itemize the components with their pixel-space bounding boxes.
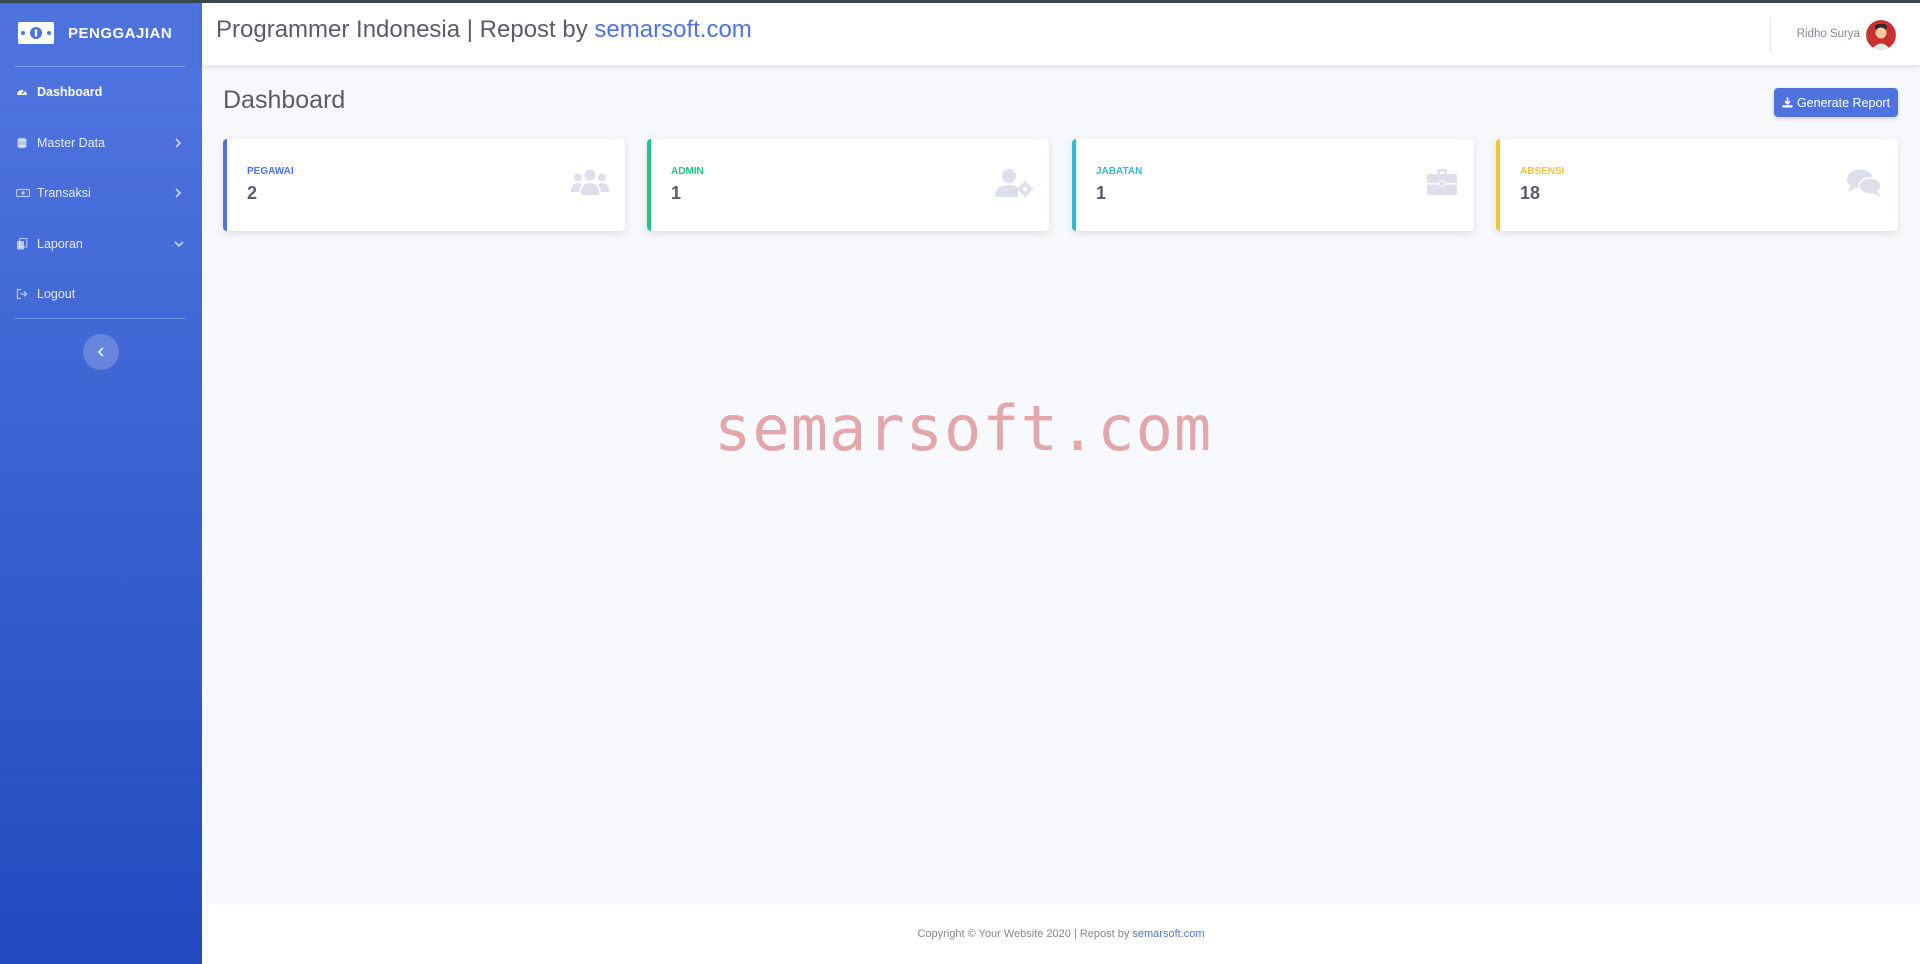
- card-admin: ADMIN 1: [647, 139, 1049, 231]
- user-cog-icon: [995, 169, 1033, 197]
- site-title-link[interactable]: semarsoft.com: [594, 16, 751, 43]
- card-value: 1: [1096, 183, 1107, 203]
- avatar[interactable]: [1866, 20, 1896, 50]
- sidebar-toggle-button[interactable]: [83, 334, 119, 370]
- brand-name: PENGGAJIAN: [68, 24, 173, 42]
- card-pegawai: PEGAWAI 2: [223, 139, 625, 231]
- sidebar-item-label: Transaksi: [37, 186, 91, 200]
- sidebar: PENGGAJIAN Dashboard Master Data Transak…: [0, 0, 202, 964]
- card-value: 2: [247, 183, 258, 203]
- sidebar-divider: [14, 66, 186, 67]
- site-title-text: Programmer Indonesia | Repost by: [216, 16, 595, 43]
- sidebar-item-dashboard[interactable]: Dashboard: [0, 78, 202, 106]
- sign-out-icon: [16, 288, 28, 300]
- page-title: Dashboard: [223, 86, 346, 114]
- money-bill-icon: [16, 188, 30, 198]
- tachometer-icon: [17, 90, 27, 95]
- sidebar-brand[interactable]: PENGGAJIAN: [0, 18, 202, 48]
- footer-link[interactable]: semarsoft.com: [1132, 928, 1204, 940]
- sidebar-item-laporan[interactable]: Laporan: [0, 230, 202, 258]
- card-jabatan: JABATAN 1: [1072, 139, 1474, 231]
- card-absensi: ABSENSI 18: [1496, 139, 1898, 231]
- footer: Copyright © Your Website 2020 | Repost b…: [202, 903, 1920, 964]
- avatar-image: [1866, 20, 1896, 50]
- chevron-left-icon: [97, 347, 104, 357]
- footer-copyright: Copyright © Your Website 2020 | Repost b…: [917, 927, 1130, 940]
- card-label: JABATAN: [1096, 166, 1143, 177]
- card-label: PEGAWAI: [247, 166, 294, 177]
- topbar-divider: [1770, 17, 1771, 53]
- top-accent-line: [0, 0, 1920, 3]
- site-title: Programmer Indonesia | Repost by semarso…: [216, 16, 752, 44]
- sidebar-item-logout[interactable]: Logout: [0, 280, 202, 308]
- download-icon: [1782, 97, 1793, 108]
- sidebar-item-transaksi[interactable]: Transaksi: [0, 179, 202, 207]
- money-bill-icon: [18, 22, 54, 44]
- copy-icon: [17, 238, 28, 250]
- card-label: ABSENSI: [1520, 166, 1565, 177]
- topbar: Programmer Indonesia | Repost by semarso…: [202, 3, 1920, 65]
- sidebar-item-label: Logout: [37, 287, 76, 301]
- sidebar-item-master-data[interactable]: Master Data: [0, 129, 202, 157]
- watermark: semarsoft.com: [714, 392, 1213, 465]
- sidebar-item-label: Laporan: [37, 237, 83, 251]
- sidebar-item-label: Dashboard: [37, 85, 103, 99]
- card-value: 1: [671, 183, 682, 203]
- chevron-down-icon: [174, 241, 184, 248]
- comments-icon: [1847, 169, 1882, 197]
- briefcase-icon: [1427, 169, 1457, 195]
- sidebar-item-label: Master Data: [37, 136, 106, 150]
- chevron-right-icon: [175, 138, 182, 148]
- users-icon: [571, 169, 609, 195]
- sidebar-divider: [14, 318, 186, 319]
- user-name[interactable]: Ridho Surya: [1797, 28, 1860, 40]
- generate-report-label: Generate Report: [1796, 95, 1891, 110]
- database-icon: [17, 137, 27, 149]
- generate-report-button[interactable]: Generate Report: [1774, 88, 1898, 117]
- card-label: ADMIN: [671, 166, 704, 177]
- card-value: 18: [1520, 183, 1541, 203]
- chevron-right-icon: [175, 188, 182, 198]
